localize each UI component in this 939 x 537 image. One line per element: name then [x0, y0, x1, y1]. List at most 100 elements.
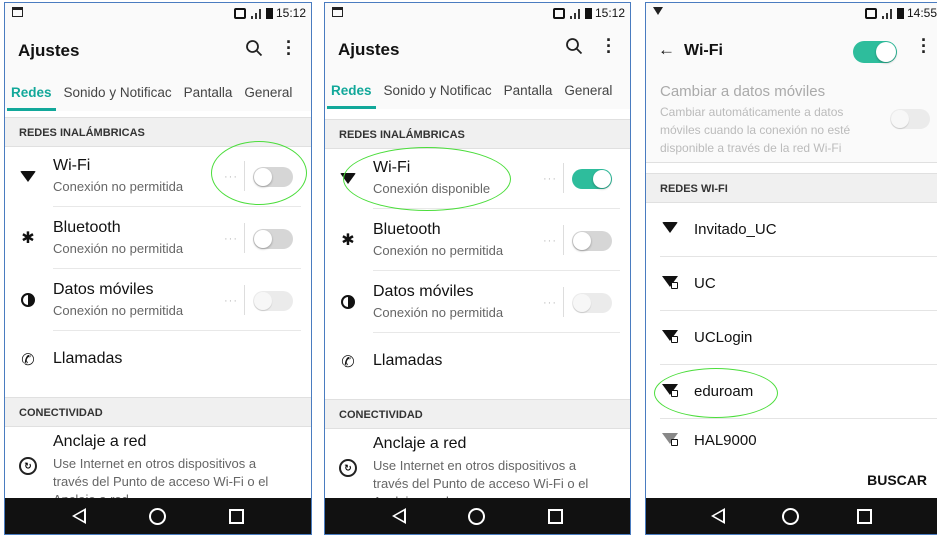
- tethering-label: Anclaje a red: [373, 435, 467, 452]
- more-options-icon[interactable]: · · ·: [286, 33, 292, 63]
- search-icon[interactable]: [245, 39, 263, 57]
- network-name: HAL9000: [694, 432, 757, 449]
- status-bar: 14:55: [646, 3, 937, 25]
- network-item[interactable]: UCLogin: [646, 311, 937, 365]
- mobile-data-row[interactable]: Datos móviles Conexión no permitida ···: [5, 269, 311, 331]
- mobile-data-toggle[interactable]: [253, 291, 293, 311]
- switch-mobile-title: Cambiar a datos móviles: [660, 83, 826, 100]
- wifi-label: Wi-Fi: [53, 157, 91, 174]
- nfc-icon: [864, 7, 877, 19]
- network-item[interactable]: HAL9000: [646, 419, 937, 465]
- battery-icon: [265, 7, 273, 19]
- network-name: eduroam: [694, 383, 754, 400]
- clock: 15:12: [275, 6, 306, 20]
- tethering-desc: Use Internet en otros dispositivos a tra…: [53, 456, 269, 500]
- mobile-data-toggle[interactable]: [572, 293, 612, 313]
- tethering-row[interactable]: ↻ Anclaje a red Use Internet en otros di…: [325, 429, 630, 500]
- tab-pantalla[interactable]: Pantalla: [178, 85, 239, 100]
- tab-redes[interactable]: Redes: [325, 83, 378, 109]
- tab-general[interactable]: General: [558, 83, 618, 98]
- page-title: Ajustes: [18, 41, 80, 60]
- back-icon[interactable]: [392, 508, 407, 524]
- recent-apps-icon[interactable]: [547, 508, 563, 524]
- mobile-data-label: Datos móviles: [53, 281, 154, 298]
- switch-mobile-toggle[interactable]: [890, 109, 930, 129]
- tethering-desc: Use Internet en otros dispositivos a tra…: [373, 458, 589, 500]
- wifi-row[interactable]: Wi-Fi Conexión disponible ···: [325, 147, 630, 209]
- tab-pantalla[interactable]: Pantalla: [498, 83, 559, 98]
- signal-icon: [568, 8, 582, 19]
- wifi-master-toggle[interactable]: [853, 41, 897, 63]
- bluetooth-row[interactable]: ✱ Bluetooth Conexión no permitida ···: [5, 207, 311, 269]
- recent-apps-icon[interactable]: [228, 508, 244, 524]
- bluetooth-icon: ✱: [341, 232, 355, 249]
- signal-icon: [880, 8, 894, 19]
- calls-row[interactable]: ✆ Llamadas: [5, 331, 311, 387]
- nfc-icon: [233, 7, 246, 19]
- network-item[interactable]: Invitado_UC: [646, 203, 937, 257]
- tab-sonido[interactable]: Sonido y Notificac: [58, 85, 178, 100]
- home-icon[interactable]: [148, 507, 166, 525]
- row-separator: [563, 163, 564, 193]
- mobile-data-row[interactable]: Datos móviles Conexión no permitida ···: [325, 271, 630, 333]
- home-icon[interactable]: [782, 507, 800, 525]
- bluetooth-status: Conexión no permitida: [53, 241, 184, 256]
- mobile-data-status: Conexión no permitida: [53, 303, 184, 318]
- nav-bar: [325, 498, 630, 534]
- gallery-icon: [332, 7, 343, 17]
- recent-apps-icon[interactable]: [857, 508, 873, 524]
- wifi-label: Wi-Fi: [373, 159, 411, 176]
- wifi-toggle[interactable]: [572, 169, 612, 189]
- more-dots-icon: ···: [543, 235, 557, 247]
- wifi-row[interactable]: Wi-Fi Conexión no permitida ···: [5, 145, 311, 207]
- bluetooth-toggle[interactable]: [253, 229, 293, 249]
- gallery-icon: [12, 7, 23, 17]
- app-bar: ← Wi-Fi · · ·: [646, 25, 937, 77]
- network-item[interactable]: UC: [646, 257, 937, 311]
- tab-general[interactable]: General: [238, 85, 298, 100]
- home-icon[interactable]: [468, 507, 486, 525]
- page-title: Wi-Fi: [684, 42, 723, 59]
- more-dots-icon: ···: [543, 297, 557, 309]
- section-connectivity: CONECTIVIDAD: [325, 399, 630, 429]
- network-name: UCLogin: [694, 329, 753, 346]
- wifi-status-icon: [653, 7, 663, 15]
- section-wifi-networks: REDES WI-FI: [646, 173, 937, 203]
- back-icon[interactable]: [72, 508, 87, 524]
- calls-row[interactable]: ✆ Llamadas: [325, 333, 630, 389]
- page-title: Ajustes: [338, 40, 400, 59]
- app-bar: Ajustes · · ·: [5, 25, 311, 73]
- network-item[interactable]: eduroam: [646, 365, 937, 419]
- row-separator: [244, 285, 245, 315]
- bluetooth-toggle[interactable]: [572, 231, 612, 251]
- wifi-toggle[interactable]: [253, 167, 293, 187]
- back-icon[interactable]: [710, 508, 725, 524]
- tab-redes[interactable]: Redes: [5, 85, 58, 111]
- network-name: UC: [694, 275, 716, 292]
- clock: 15:12: [594, 6, 625, 20]
- bluetooth-row[interactable]: ✱ Bluetooth Conexión no permitida ···: [325, 209, 630, 271]
- battery-icon: [896, 7, 904, 19]
- nav-bar: [646, 498, 937, 534]
- row-separator: [563, 287, 564, 317]
- more-dots-icon: ···: [224, 171, 238, 183]
- bluetooth-status: Conexión no permitida: [373, 243, 504, 258]
- more-dots-icon: ···: [224, 233, 238, 245]
- status-bar: 15:12: [5, 3, 311, 25]
- nfc-icon: [552, 7, 565, 19]
- network-name: Invitado_UC: [694, 221, 777, 238]
- scan-button[interactable]: BUSCAR: [867, 472, 927, 488]
- wifi-icon: [662, 222, 678, 233]
- phone-icon: ✆: [21, 352, 35, 369]
- back-arrow-icon[interactable]: ←: [658, 40, 675, 60]
- tab-sonido[interactable]: Sonido y Notificac: [378, 83, 498, 98]
- tethering-row[interactable]: ↻ Anclaje a red Use Internet en otros di…: [5, 427, 311, 500]
- more-options-icon[interactable]: · · ·: [606, 31, 612, 61]
- more-options-icon[interactable]: · · ·: [921, 31, 927, 61]
- search-icon[interactable]: [565, 37, 583, 55]
- switch-to-mobile-data-row[interactable]: Cambiar a datos móviles Cambiar automáti…: [646, 77, 937, 163]
- bluetooth-icon: ✱: [21, 230, 35, 247]
- settings-tabs: Redes Sonido y Notificac Pantalla Genera…: [5, 73, 311, 111]
- row-separator: [244, 223, 245, 253]
- mobile-data-icon: [19, 291, 37, 309]
